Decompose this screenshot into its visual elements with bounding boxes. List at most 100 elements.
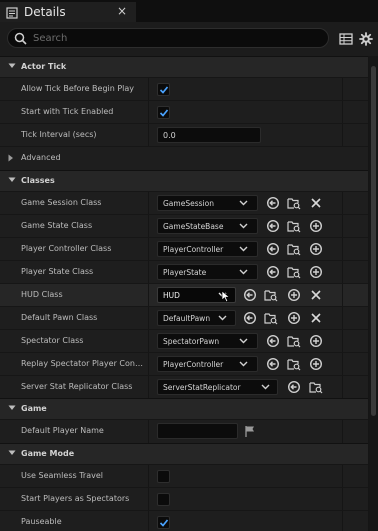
property-label: Use Seamless Travel: [21, 471, 103, 480]
allow-tick-checkbox[interactable]: [157, 83, 170, 96]
advanced-label: Advanced: [21, 153, 61, 162]
row-spectator-class: Spectator Class SpectatorPawn: [0, 329, 368, 353]
property-label: Replay Spectator Player Contr…: [21, 359, 145, 368]
column-divider: [342, 78, 343, 101]
tab-details[interactable]: Details ×: [0, 0, 136, 22]
settings-gear-icon[interactable]: [359, 32, 373, 46]
tick-interval-input[interactable]: 0.0: [157, 127, 261, 143]
use-selected-icon[interactable]: [243, 288, 257, 302]
browse-folder-icon[interactable]: [287, 334, 301, 348]
start-spectators-checkbox[interactable]: [157, 493, 170, 506]
dropdown-value: PlayerController: [163, 360, 224, 369]
search-input[interactable]: [33, 30, 313, 46]
column-divider: [342, 353, 343, 376]
browse-folder-icon[interactable]: [287, 219, 301, 233]
chevron-down-icon: [239, 361, 248, 367]
column-divider: [148, 420, 149, 443]
details-icon: [6, 7, 18, 19]
browse-folder-icon[interactable]: [287, 265, 301, 279]
column-divider: [148, 192, 149, 215]
column-divider: [342, 124, 343, 147]
section-title: Actor Tick: [21, 62, 67, 71]
scrollbar-thumb[interactable]: [371, 66, 376, 416]
dropdown-value: HUD: [163, 291, 180, 300]
details-toolbar: [0, 22, 378, 56]
add-circle-icon[interactable]: [309, 265, 323, 279]
section-classes[interactable]: Classes: [0, 170, 368, 191]
use-selected-icon[interactable]: [287, 380, 301, 394]
chevron-down-icon: [8, 405, 16, 410]
browse-folder-icon[interactable]: [287, 357, 301, 371]
property-label: Default Player Name: [21, 426, 104, 435]
use-selected-icon[interactable]: [266, 219, 280, 233]
section-game-mode[interactable]: Game Mode: [0, 443, 368, 464]
browse-folder-icon[interactable]: [264, 311, 278, 325]
add-circle-icon[interactable]: [309, 357, 323, 371]
start-tick-checkbox[interactable]: [157, 106, 170, 119]
server-stat-replicator-class-dropdown[interactable]: ServerStatReplicator: [157, 379, 278, 395]
row-advanced[interactable]: Advanced: [0, 146, 368, 169]
use-selected-icon[interactable]: [266, 265, 280, 279]
player-controller-class-dropdown[interactable]: PlayerController: [157, 241, 258, 257]
chevron-down-icon: [239, 200, 248, 206]
game-state-class-dropdown[interactable]: GameStateBase: [157, 218, 258, 234]
player-state-class-dropdown[interactable]: PlayerState: [157, 264, 258, 280]
mouse-cursor-icon: [221, 290, 231, 303]
column-divider: [342, 420, 343, 443]
chevron-down-icon: [239, 223, 248, 229]
column-divider: [148, 307, 149, 330]
close-tab-button[interactable]: ×: [117, 4, 127, 18]
clear-x-icon[interactable]: [309, 196, 323, 210]
add-circle-icon[interactable]: [309, 242, 323, 256]
chevron-down-icon: [8, 177, 16, 182]
section-title: Game Mode: [21, 449, 75, 458]
row-tick-interval: Tick Interval (secs) 0.0: [0, 123, 368, 147]
section-actor-tick[interactable]: Actor Tick: [0, 56, 368, 77]
column-divider: [148, 488, 149, 511]
spectator-class-dropdown[interactable]: SpectatorPawn: [157, 333, 258, 349]
column-divider: [148, 284, 149, 307]
column-divider: [342, 261, 343, 284]
game-session-class-dropdown[interactable]: GameSession: [157, 195, 258, 211]
use-selected-icon[interactable]: [266, 357, 280, 371]
property-label: Tick Interval (secs): [21, 130, 97, 139]
replay-spectator-class-dropdown[interactable]: PlayerController: [157, 356, 258, 372]
default-player-name-input[interactable]: [157, 423, 238, 439]
use-selected-icon[interactable]: [266, 242, 280, 256]
default-pawn-class-dropdown[interactable]: DefaultPawn: [157, 310, 236, 326]
pauseable-checkbox[interactable]: [157, 516, 170, 529]
checkmark-icon: [159, 86, 169, 94]
add-circle-icon[interactable]: [309, 334, 323, 348]
use-selected-icon[interactable]: [243, 311, 257, 325]
column-divider: [148, 376, 149, 399]
property-label: Player Controller Class: [21, 244, 112, 253]
vertical-scrollbar[interactable]: [369, 56, 378, 531]
row-use-seamless-travel: Use Seamless Travel: [0, 464, 368, 488]
search-box[interactable]: [7, 28, 329, 48]
chevron-down-icon: [239, 269, 248, 275]
browse-folder-icon[interactable]: [264, 288, 278, 302]
section-game[interactable]: Game: [0, 398, 368, 419]
browse-folder-icon[interactable]: [309, 380, 323, 394]
use-selected-icon[interactable]: [266, 334, 280, 348]
row-default-player-name: Default Player Name: [0, 419, 368, 443]
seamless-travel-checkbox[interactable]: [157, 470, 170, 483]
details-panel: Actor Tick Allow Tick Before Begin Play …: [0, 56, 368, 531]
row-start-players-as-spectators: Start Players as Spectators: [0, 487, 368, 511]
clear-x-icon[interactable]: [309, 311, 323, 325]
add-circle-icon[interactable]: [287, 288, 301, 302]
browse-folder-icon[interactable]: [287, 242, 301, 256]
property-matrix-icon[interactable]: [339, 32, 353, 46]
column-divider: [148, 261, 149, 284]
clear-x-icon[interactable]: [309, 288, 323, 302]
use-selected-icon[interactable]: [266, 196, 280, 210]
chevron-down-icon: [239, 246, 248, 252]
row-default-pawn-class: Default Pawn Class DefaultPawn: [0, 306, 368, 330]
add-circle-icon[interactable]: [309, 219, 323, 233]
add-circle-icon[interactable]: [287, 311, 301, 325]
browse-folder-icon[interactable]: [287, 196, 301, 210]
section-title: Game: [21, 404, 47, 413]
column-divider: [148, 353, 149, 376]
column-divider: [342, 215, 343, 238]
localization-flag-icon[interactable]: [243, 424, 257, 438]
